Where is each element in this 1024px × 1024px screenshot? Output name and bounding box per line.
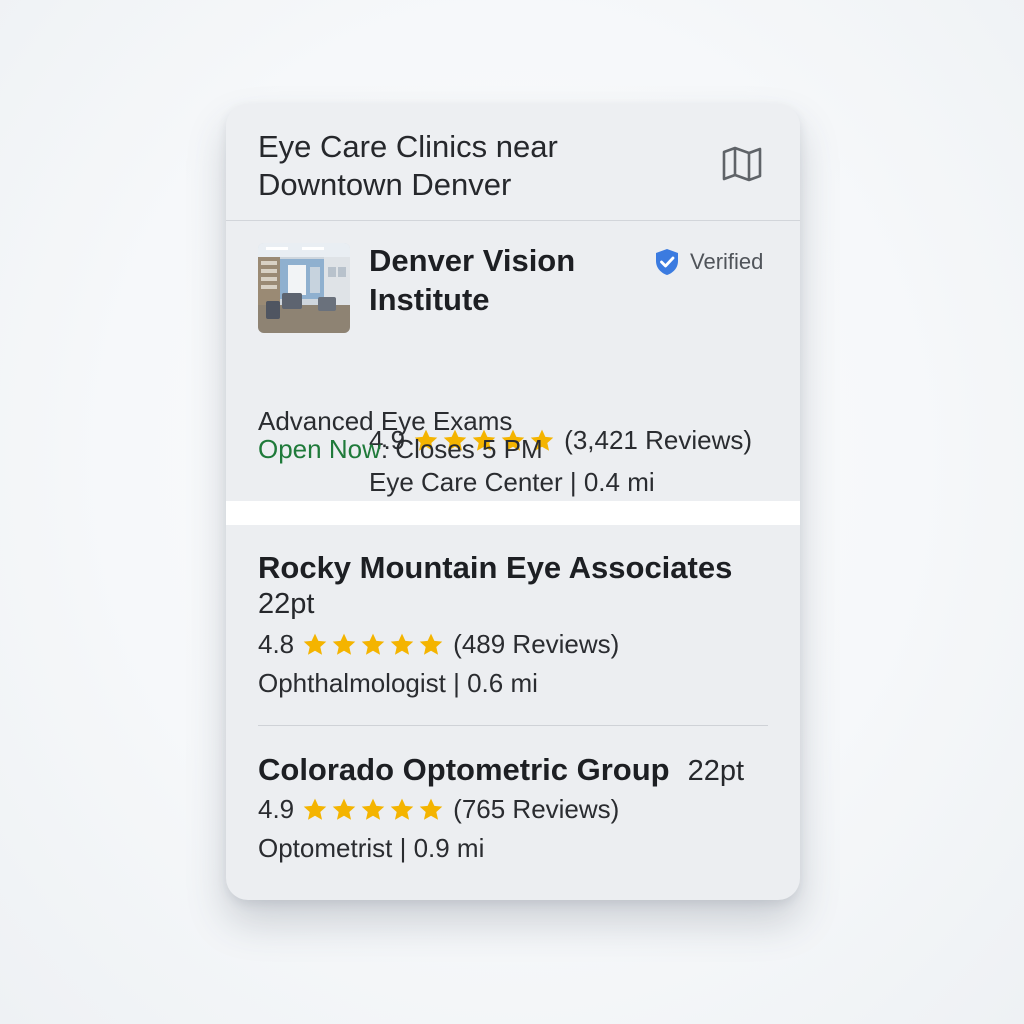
star-rating [302,632,447,658]
star-icon [361,798,385,820]
rating-row: 4.9 (765 Reviews) [258,794,768,825]
star-icon [303,798,327,820]
listing-divider [258,725,768,726]
category-distance: Optometrist | 0.9 mi [258,833,485,863]
star-icon [390,798,414,820]
size-tag: 22pt [258,588,315,620]
clinic-photo[interactable] [258,243,350,333]
verified-badge: Verified [652,247,763,277]
rating-value: 4.8 [258,629,295,659]
review-count[interactable]: (489 Reviews) [453,629,619,660]
map-icon[interactable] [720,144,764,184]
results-card: Eye Care Clinics near Downtown Denver De… [226,104,800,900]
rating-row: 4.8 (489 Reviews) [258,629,768,660]
star-rating [302,797,447,823]
review-count[interactable]: (3,421 Reviews) [564,425,752,456]
size-tag: 22pt [687,755,745,787]
star-icon [332,633,356,655]
section-separator [226,501,800,525]
open-now-label: Open Now [258,434,381,464]
listing-item[interactable]: Colorado Optometric Group 22pt 4.9 (765 … [258,752,768,864]
closing-time: : Closes 5 PM [380,434,543,464]
star-icon [390,633,414,655]
results-title: Eye Care Clinics near Downtown Denver [258,129,558,202]
category-distance: Eye Care Center | 0.4 mi [369,467,655,497]
service-label: Advanced Eye Exams [258,406,513,436]
star-icon [419,633,443,655]
star-icon [332,798,356,820]
star-icon [303,633,327,655]
card-header: Eye Care Clinics near Downtown Denver [226,104,800,221]
hours-status: Open Now: Closes 5 PM [258,434,543,465]
listing-title-row: Colorado Optometric Group 22pt [258,752,768,788]
verified-label: Verified [690,249,764,274]
verified-shield-icon [656,249,678,275]
business-name[interactable]: Denver Vision Institute [369,241,619,319]
review-count[interactable]: (765 Reviews) [453,794,619,825]
business-name[interactable]: Colorado Optometric Group [258,752,670,788]
listing-item[interactable]: Rocky Mountain Eye Associates 22pt 4.8 (… [258,550,768,699]
business-name[interactable]: Rocky Mountain Eye Associates [258,550,768,586]
rating-value: 4.9 [258,794,295,824]
category-distance: Ophthalmologist | 0.6 mi [258,668,538,698]
star-icon [419,798,443,820]
star-icon [361,633,385,655]
